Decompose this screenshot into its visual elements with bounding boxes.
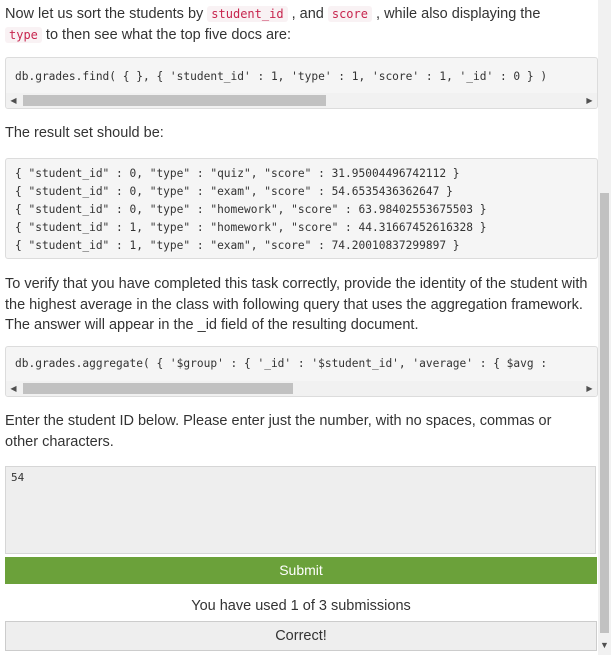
find-query-scrollbar[interactable]: ◀ ▶ — [6, 93, 597, 108]
scroll-left-icon[interactable]: ◀ — [6, 93, 21, 108]
scroll-right-icon[interactable]: ▶ — [582, 381, 597, 396]
aggregate-query-scrollbar[interactable]: ◀ ▶ — [6, 381, 597, 396]
result-line: { "student_id" : 1, "type" : "homework",… — [15, 221, 487, 234]
scroll-down-icon[interactable]: ▼ — [598, 639, 611, 651]
aggregate-query-code-block: db.grades.aggregate( { '$group' : { '_id… — [5, 346, 598, 397]
find-query-code: db.grades.find( { }, { 'student_id' : 1,… — [15, 70, 548, 83]
enter-id-instructions: Enter the student ID below. Please enter… — [5, 413, 552, 450]
intro-paragraph: Now let us sort the students by student_… — [5, 6, 541, 43]
inline-code-type: type — [5, 26, 42, 43]
page-scroll-thumb[interactable] — [600, 193, 609, 633]
find-query-code-block: db.grades.find( { }, { 'student_id' : 1,… — [5, 57, 598, 109]
submissions-counter: You have used 1 of 3 submissions — [191, 598, 411, 614]
result-line: { "student_id" : 1, "type" : "exam", "sc… — [15, 239, 460, 252]
inline-code-student-id: student_id — [207, 6, 288, 22]
result-set-lines: { "student_id" : 0, "type" : "quiz", "sc… — [6, 165, 486, 255]
inline-code-score: score — [327, 6, 372, 22]
answer-textarea[interactable]: 54 — [5, 466, 596, 554]
result-line: { "student_id" : 0, "type" : "homework",… — [15, 203, 487, 216]
aggregate-query-scroll-thumb[interactable] — [23, 383, 293, 394]
result-status: Correct! — [5, 621, 597, 651]
scroll-right-icon[interactable]: ▶ — [582, 93, 597, 108]
verify-paragraph: To verify that you have completed this t… — [5, 276, 588, 333]
result-line: { "student_id" : 0, "type" : "quiz", "sc… — [15, 167, 460, 180]
result-set-code-block: { "student_id" : 0, "type" : "quiz", "sc… — [5, 158, 598, 259]
page-scrollbar[interactable]: ▼ — [598, 0, 611, 655]
submit-button[interactable]: Submit — [5, 557, 597, 584]
result-line: { "student_id" : 0, "type" : "exam", "sc… — [15, 185, 453, 198]
find-query-scroll-thumb[interactable] — [23, 95, 326, 106]
aggregate-query-code: db.grades.aggregate( { '$group' : { '_id… — [15, 357, 548, 370]
result-set-heading: The result set should be: — [5, 125, 164, 141]
scroll-left-icon[interactable]: ◀ — [6, 381, 21, 396]
answer-value: 54 — [11, 471, 25, 484]
page: Now let us sort the students by student_… — [0, 0, 611, 655]
